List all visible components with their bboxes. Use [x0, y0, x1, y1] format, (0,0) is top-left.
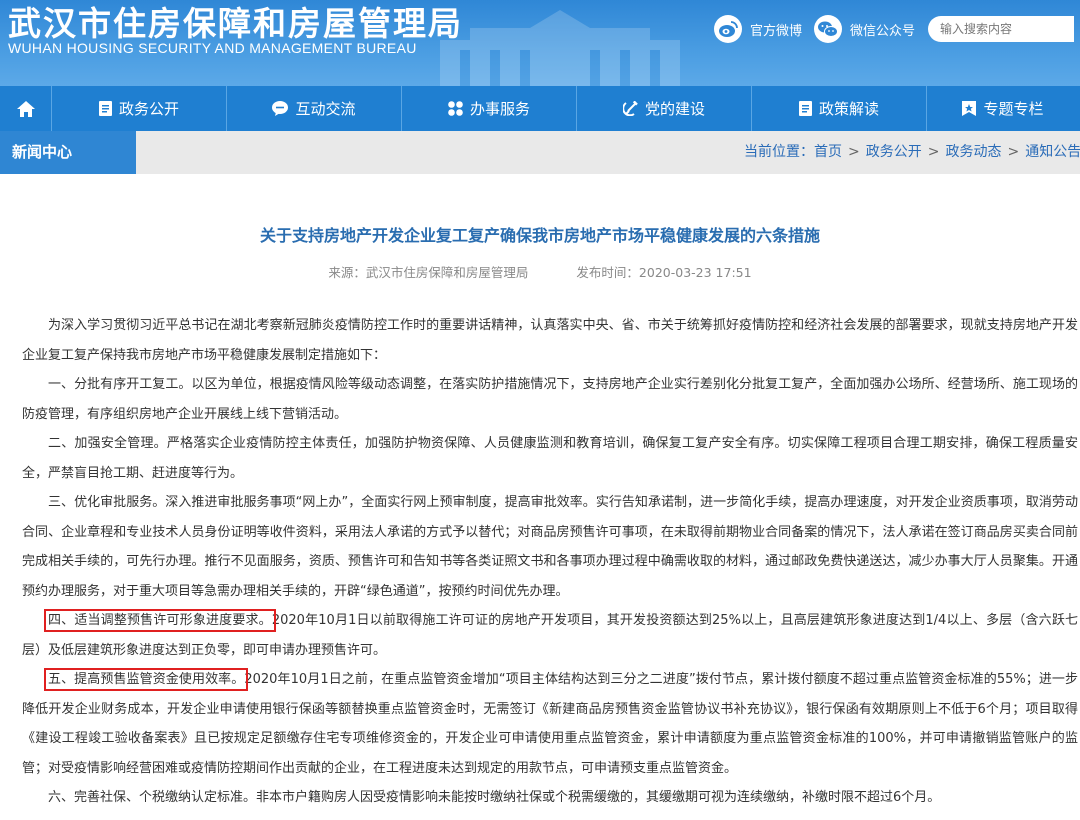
nav-item-label: 政务公开 [118, 100, 179, 118]
nav-item-party-building[interactable]: 党的建设 [577, 86, 752, 131]
nav-item-policy[interactable]: 政策解读 [752, 86, 927, 131]
breadcrumb: 当前位置：首页 > 政务公开 > 政务动态 > 通知公告 [744, 131, 1080, 174]
article-body: 为深入学习贯彻习近平总书记在湖北考察新冠肺炎疫情防控工作时的重要讲话精神，认真落… [22, 311, 1078, 813]
article-measure-2: 二、加强安全管理。严格落实企业疫情防控主体责任，加强防护物资保障、人员健康监测和… [22, 436, 1078, 481]
article-measure-1: 一、分批有序开工复工。以区为单位，根据疫情风险等级动态调整，在落实防护措施情况下… [22, 377, 1078, 422]
nav-item-government-affairs[interactable]: 政务公开 [52, 86, 227, 131]
highlighted-heading-4: 四、适当调整预售许可形象进度要求。 [44, 609, 276, 632]
main-nav: 政务公开 互动交流 办事服务 党的建设 政策解读 专题专栏 [0, 86, 1080, 131]
nav-item-label: 党的建设 [644, 100, 705, 118]
breadcrumb-prefix: 当前位置： [744, 144, 814, 160]
bookmark-icon [962, 101, 977, 116]
document-icon [798, 101, 812, 116]
highlighted-heading-5: 五、提高预售监管资金使用效率。 [43, 668, 249, 691]
search-input[interactable] [928, 16, 1074, 42]
nav-item-label: 政策解读 [818, 100, 879, 118]
sub-bar: 新闻中心 当前位置：首页 > 政务公开 > 政务动态 > 通知公告 [0, 131, 1080, 174]
nav-item-interaction[interactable]: 互动交流 [227, 86, 402, 131]
article-source: 来源：武汉市住房保障和房屋管理局 [328, 265, 529, 280]
article-measure-5-text: 2020年10月1日之前，在重点监管资金增加“项目主体结构达到三分之二进度”拨付… [22, 672, 1078, 776]
breadcrumb-government-news[interactable]: 政务动态 [945, 144, 1001, 160]
site-title: 武汉市住房保障和房屋管理局 [8, 4, 463, 43]
site-header: 武汉市住房保障和房屋管理局 WUHAN HOUSING SECURITY AND… [0, 0, 1080, 86]
article-publish-time: 发布时间：2020-03-23 17:51 [576, 265, 752, 280]
weibo-link[interactable]: 官方微博 [714, 14, 802, 44]
wechat-icon [814, 15, 842, 43]
breadcrumb-separator: > [927, 144, 940, 160]
nav-home[interactable] [0, 86, 52, 131]
wechat-label: 微信公众号 [850, 23, 916, 39]
nav-item-services[interactable]: 办事服务 [402, 86, 577, 131]
article-intro: 为深入学习贯彻习近平总书记在湖北考察新冠肺炎疫情防控工作时的重要讲话精神，认真落… [22, 318, 1078, 363]
breadcrumb-separator: > [1007, 144, 1020, 160]
document-icon [98, 101, 112, 116]
wechat-link[interactable]: 微信公众号 [814, 14, 915, 44]
home-icon [16, 100, 35, 117]
chat-bubble-icon [272, 101, 289, 116]
breadcrumb-government-affairs[interactable]: 政务公开 [866, 144, 922, 160]
article-meta: 来源：武汉市住房保障和房屋管理局 发布时间：2020-03-23 17:51 [0, 262, 1080, 281]
weibo-icon [714, 15, 742, 43]
article-measure-6: 六、完善社保、个税缴纳认定标准。非本市户籍购房人因受疫情影响未能按时缴纳社保或个… [48, 790, 941, 805]
tab-news-center[interactable]: 新闻中心 [0, 131, 136, 174]
site-title-en: WUHAN HOUSING SECURITY AND MANAGEMENT BU… [8, 40, 417, 56]
breadcrumb-home[interactable]: 首页 [814, 144, 842, 160]
nav-item-label: 专题专栏 [983, 100, 1044, 118]
nav-item-special-topics[interactable]: 专题专栏 [927, 86, 1079, 131]
breadcrumb-notices[interactable]: 通知公告 [1025, 144, 1080, 160]
nav-item-label: 办事服务 [469, 100, 530, 118]
hammer-sickle-icon [622, 101, 638, 116]
article-measure-3: 三、优化审批服务。深入推进审批服务事项“网上办”，全面实行网上预审制度，提高审批… [22, 495, 1078, 599]
article-title: 关于支持房地产开发企业复工复产确保我市房地产市场平稳健康发展的六条措施 [259, 226, 820, 245]
building-watermark-icon [440, 10, 680, 86]
weibo-label: 官方微博 [750, 23, 803, 39]
breadcrumb-separator: > [848, 144, 860, 160]
nav-item-label: 互动交流 [295, 100, 356, 118]
article-measure-4: 四、适当调整预售许可形象进度要求。2020年10月1日以前取得施工许可证的房地产… [22, 606, 1078, 665]
article-measure-5: 五、提高预售监管资金使用效率。2020年10月1日之前，在重点监管资金增加“项目… [22, 665, 1078, 783]
grid-icon [448, 101, 463, 116]
